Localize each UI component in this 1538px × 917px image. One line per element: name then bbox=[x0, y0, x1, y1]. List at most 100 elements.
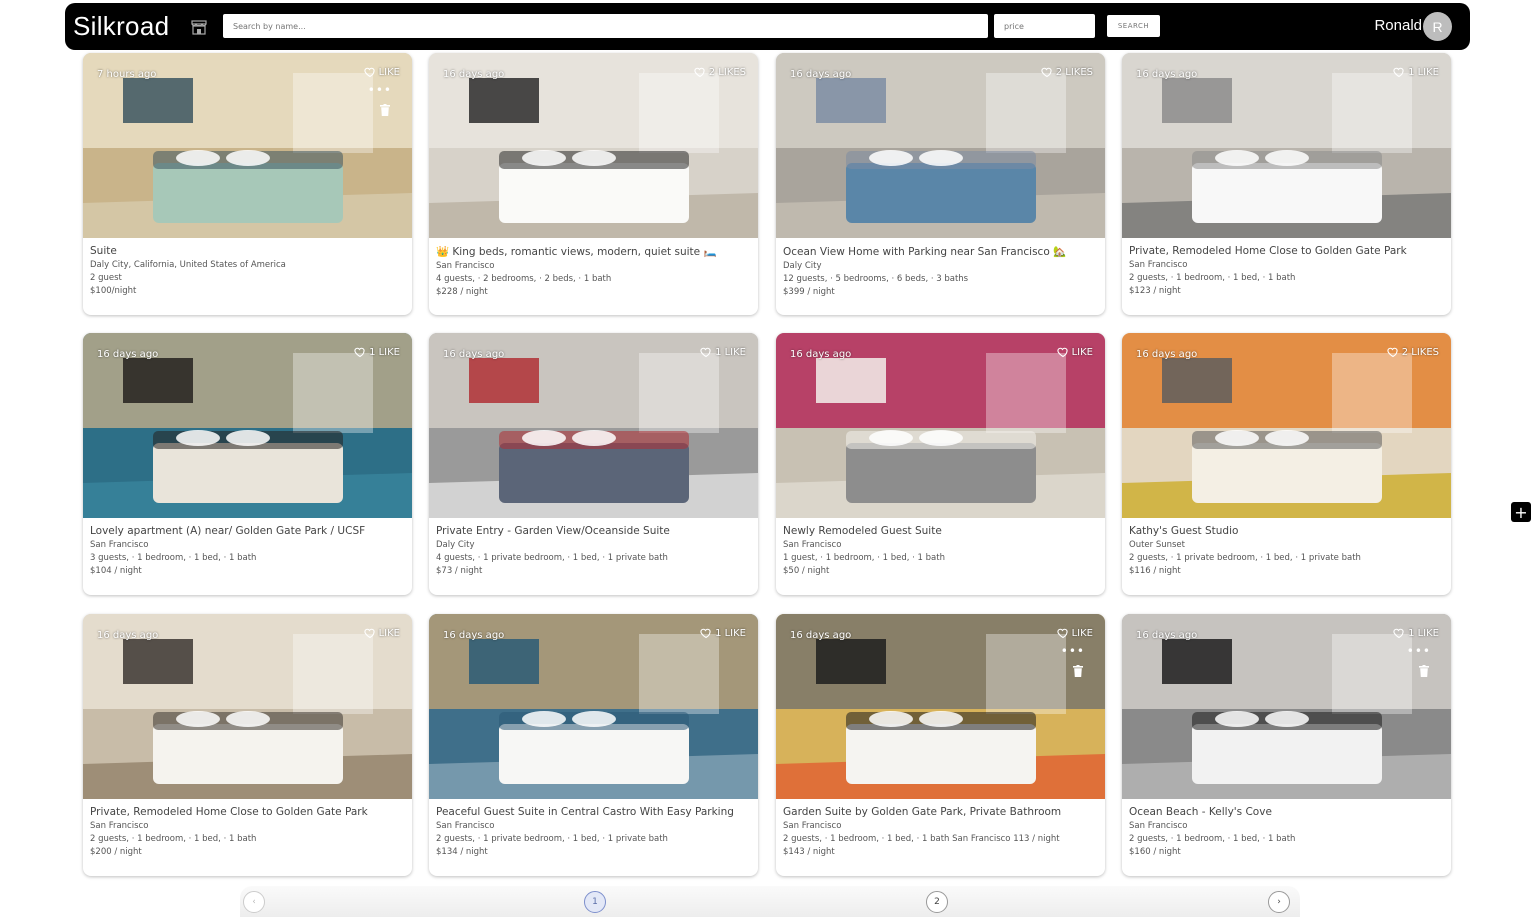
top-navbar: Silkroad SEARCH Ronald R bbox=[65, 3, 1470, 50]
listing-location: San Francisco bbox=[436, 261, 495, 271]
like-count: LIKE bbox=[378, 66, 400, 78]
listing-card[interactable]: 16 days ago 2 LIKES 👑 King beds, romanti… bbox=[429, 53, 758, 315]
listing-details: 2 guests, · 1 bedroom, · 1 bed, · 1 bath bbox=[90, 834, 257, 844]
heart-icon bbox=[1056, 627, 1069, 639]
like-button[interactable]: 1 LIKE bbox=[1393, 66, 1439, 78]
listing-location: Daly City, California, United States of … bbox=[90, 260, 286, 270]
listing-title[interactable]: Lovely apartment (A) near/ Golden Gate P… bbox=[90, 525, 404, 537]
like-count: 1 LIKE bbox=[715, 346, 746, 358]
listing-photo[interactable] bbox=[83, 614, 412, 799]
listing-photo[interactable] bbox=[776, 333, 1105, 518]
page-button-2[interactable]: 2 bbox=[926, 891, 948, 913]
listing-photo[interactable] bbox=[429, 614, 758, 799]
listing-title[interactable]: Kathy's Guest Studio bbox=[1129, 525, 1443, 537]
like-count: 2 LIKES bbox=[1401, 346, 1439, 358]
posted-time: 16 days ago bbox=[1136, 349, 1198, 360]
more-options-icon[interactable]: ••• bbox=[368, 83, 392, 97]
listing-card[interactable]: 16 days ago LIKE Newly Remodeled Guest S… bbox=[776, 333, 1105, 595]
listing-location: San Francisco bbox=[783, 821, 842, 831]
listing-photo[interactable] bbox=[83, 333, 412, 518]
listing-photo[interactable] bbox=[1122, 53, 1451, 238]
listing-card[interactable]: 16 days ago 1 LIKE ••• Ocean Beach - Kel… bbox=[1122, 614, 1451, 876]
listing-title[interactable]: Suite bbox=[90, 245, 404, 257]
listing-details: 12 guests, · 5 bedrooms, · 6 beds, · 3 b… bbox=[783, 274, 969, 284]
listing-title[interactable]: Peaceful Guest Suite in Central Castro W… bbox=[436, 806, 750, 818]
like-button[interactable]: LIKE bbox=[1056, 346, 1093, 358]
listing-photo[interactable] bbox=[83, 53, 412, 238]
listing-title[interactable]: Ocean View Home with Parking near San Fr… bbox=[783, 245, 1097, 258]
trash-icon[interactable] bbox=[1073, 662, 1083, 677]
like-button[interactable]: 2 LIKES bbox=[694, 66, 746, 78]
listing-photo[interactable] bbox=[429, 53, 758, 238]
listing-card[interactable]: 7 hours ago LIKE ••• Suite Daly City, Ca… bbox=[83, 53, 412, 315]
listing-card[interactable]: 16 days ago LIKE Private, Remodeled Home… bbox=[83, 614, 412, 876]
like-count: 1 LIKE bbox=[1408, 627, 1439, 639]
listing-price: $100/night bbox=[90, 286, 137, 296]
listing-card[interactable]: 16 days ago 2 LIKES Kathy's Guest Studio… bbox=[1122, 333, 1451, 595]
listing-photo[interactable] bbox=[429, 333, 758, 518]
next-page-button[interactable]: › bbox=[1268, 891, 1290, 913]
listing-info: Ocean View Home with Parking near San Fr… bbox=[783, 245, 1097, 297]
avatar[interactable]: R bbox=[1423, 12, 1452, 41]
search-button[interactable]: SEARCH bbox=[1107, 15, 1160, 37]
like-count: 2 LIKES bbox=[708, 66, 746, 78]
listing-info: Private, Remodeled Home Close to Golden … bbox=[90, 806, 404, 857]
price-input[interactable] bbox=[994, 14, 1095, 38]
listing-price: $73 / night bbox=[436, 566, 483, 576]
listing-title[interactable]: 👑 King beds, romantic views, modern, qui… bbox=[436, 245, 750, 258]
listing-location: San Francisco bbox=[1129, 260, 1188, 270]
like-count: 2 LIKES bbox=[1055, 66, 1093, 78]
like-button[interactable]: LIKE bbox=[1056, 627, 1093, 639]
listing-title[interactable]: Ocean Beach - Kelly's Cove bbox=[1129, 806, 1443, 818]
listing-card[interactable]: 16 days ago 2 LIKES Ocean View Home with… bbox=[776, 53, 1105, 315]
like-button[interactable]: 1 LIKE bbox=[1393, 627, 1439, 639]
like-button[interactable]: 1 LIKE bbox=[354, 346, 400, 358]
listing-location: San Francisco bbox=[90, 540, 149, 550]
heart-icon bbox=[694, 66, 706, 78]
like-button[interactable]: LIKE bbox=[363, 66, 400, 78]
listing-details: 2 guests, · 1 private bedroom, · 1 bed, … bbox=[436, 834, 668, 844]
search-input[interactable] bbox=[223, 14, 988, 38]
listing-card[interactable]: 16 days ago 1 LIKE Lovely apartment (A) … bbox=[83, 333, 412, 595]
like-button[interactable]: 1 LIKE bbox=[700, 346, 746, 358]
listing-card[interactable]: 16 days ago 1 LIKE Private Entry - Garde… bbox=[429, 333, 758, 595]
listing-title[interactable]: Garden Suite by Golden Gate Park, Privat… bbox=[783, 806, 1097, 818]
listing-info: Private, Remodeled Home Close to Golden … bbox=[1129, 245, 1443, 296]
like-button[interactable]: 2 LIKES bbox=[1387, 346, 1439, 358]
listing-title[interactable]: Private Entry - Garden View/Oceanside Su… bbox=[436, 525, 750, 537]
listing-title[interactable]: Private, Remodeled Home Close to Golden … bbox=[90, 806, 404, 818]
posted-time: 16 days ago bbox=[790, 630, 852, 641]
listing-card[interactable]: 16 days ago 1 LIKE Private, Remodeled Ho… bbox=[1122, 53, 1451, 315]
more-options-icon[interactable]: ••• bbox=[1407, 644, 1431, 658]
posted-time: 16 days ago bbox=[443, 630, 505, 641]
page-button-1[interactable]: 1 bbox=[584, 891, 606, 913]
listing-card[interactable]: 16 days ago 1 LIKE Peaceful Guest Suite … bbox=[429, 614, 758, 876]
listing-photo[interactable] bbox=[776, 614, 1105, 799]
listing-location: San Francisco bbox=[436, 821, 495, 831]
listing-title[interactable]: Newly Remodeled Guest Suite bbox=[783, 525, 1097, 537]
posted-time: 16 days ago bbox=[97, 349, 159, 360]
listing-location: San Francisco bbox=[90, 821, 149, 831]
trash-icon[interactable] bbox=[380, 101, 390, 116]
add-listing-button[interactable]: + bbox=[1511, 502, 1531, 522]
heart-icon bbox=[354, 346, 366, 358]
posted-time: 16 days ago bbox=[443, 69, 505, 80]
like-button[interactable]: LIKE bbox=[363, 627, 400, 639]
like-button[interactable]: 1 LIKE bbox=[700, 627, 746, 639]
listing-title[interactable]: Private, Remodeled Home Close to Golden … bbox=[1129, 245, 1443, 257]
user-name[interactable]: Ronald bbox=[1374, 17, 1422, 34]
listing-price: $200 / night bbox=[90, 847, 142, 857]
listing-info: 👑 King beds, romantic views, modern, qui… bbox=[436, 245, 750, 297]
prev-page-button[interactable]: ‹ bbox=[243, 891, 265, 913]
like-button[interactable]: 2 LIKES bbox=[1041, 66, 1093, 78]
listing-photo[interactable] bbox=[1122, 614, 1451, 799]
more-options-icon[interactable]: ••• bbox=[1061, 644, 1085, 658]
listing-photo[interactable] bbox=[776, 53, 1105, 238]
trash-icon[interactable] bbox=[1419, 662, 1429, 677]
listing-location: San Francisco bbox=[1129, 821, 1188, 831]
listing-photo[interactable] bbox=[1122, 333, 1451, 518]
brand-logo[interactable]: Silkroad bbox=[73, 11, 169, 42]
store-icon[interactable] bbox=[189, 17, 209, 37]
listing-card[interactable]: 16 days ago LIKE ••• Garden Suite by Gol… bbox=[776, 614, 1105, 876]
listing-location: Outer Sunset bbox=[1129, 540, 1185, 550]
